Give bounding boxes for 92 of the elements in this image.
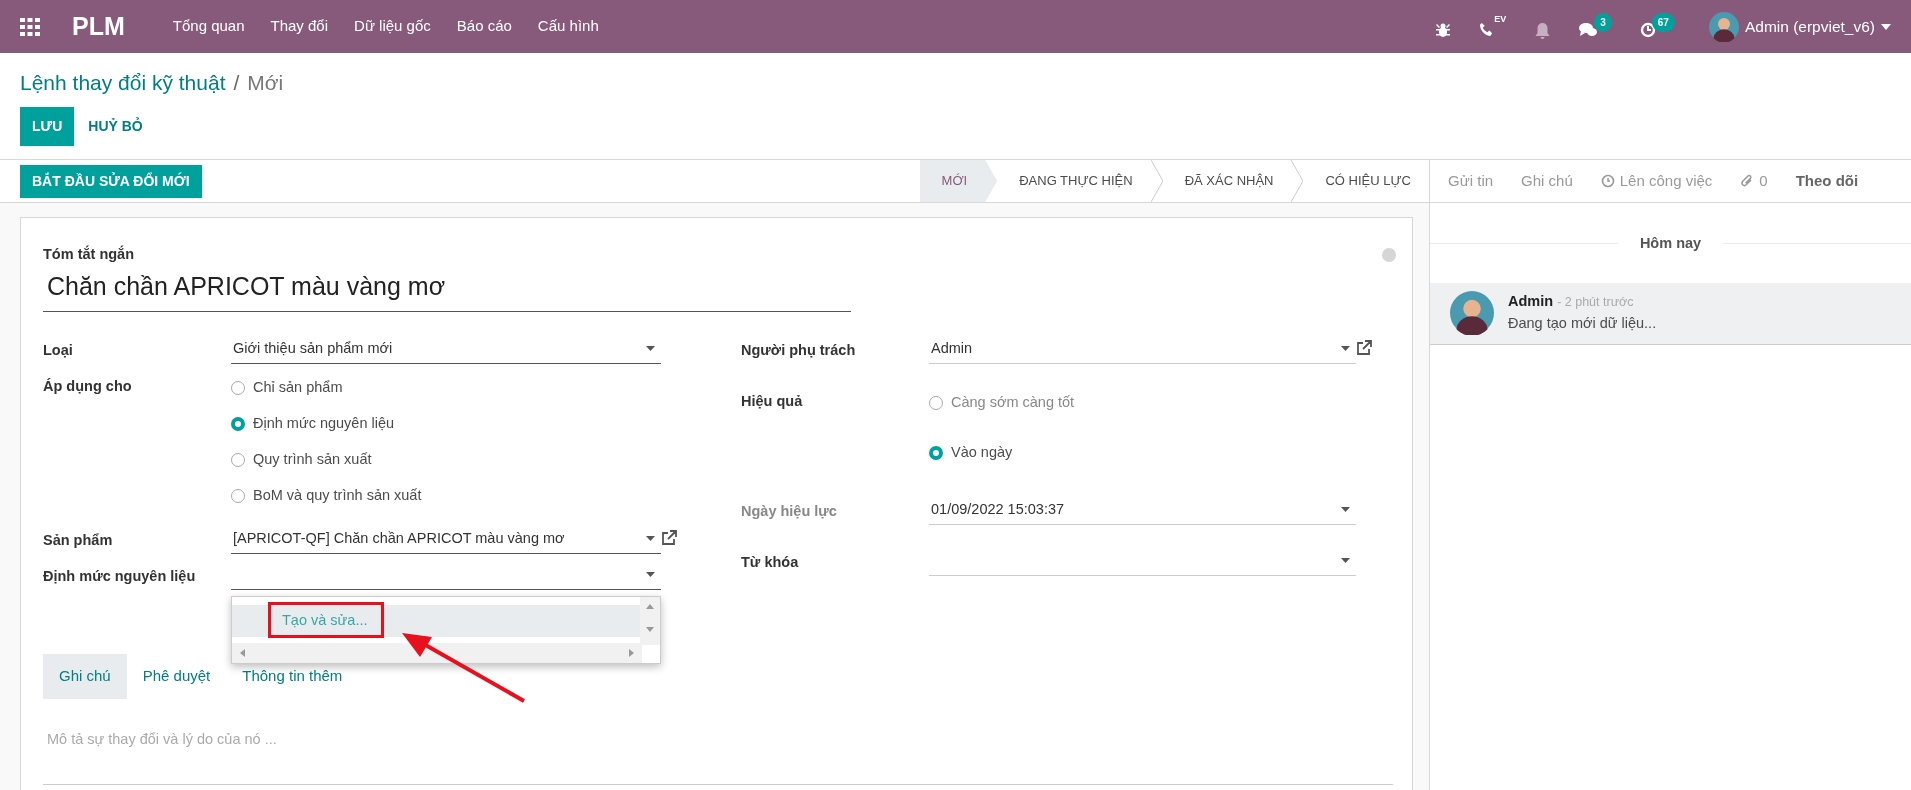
chatter-button[interactable]: Theo dõi (1795, 169, 1859, 193)
bell-icon (1534, 21, 1552, 40)
menu-item[interactable]: Dữ liệu gốc (354, 15, 431, 38)
caret-icon (646, 346, 655, 352)
systray-button[interactable]: 67 (1639, 12, 1675, 41)
caret-icon (1341, 346, 1350, 352)
radio-button[interactable] (231, 417, 245, 432)
radio-button[interactable] (929, 395, 943, 410)
radio-label: Càng sớm càng tốt (951, 392, 1075, 412)
select-field[interactable]: 01/09/2022 15:03:37 (929, 495, 1356, 526)
chatter-button[interactable]: 0 (1740, 169, 1768, 193)
chatter-button[interactable]: Lên công việc (1600, 169, 1713, 193)
field-label: Người phụ trách (741, 341, 857, 361)
field-label: Sản phẩm (43, 531, 114, 551)
chat-icon (1579, 21, 1599, 38)
field-label: Định mức nguyên liệu (43, 567, 197, 587)
systray-button[interactable]: 3 (1579, 12, 1612, 41)
field-label: Áp dụng cho (43, 377, 133, 397)
chatter-button[interactable]: Gửi tin (1448, 169, 1494, 193)
caret-icon (646, 572, 655, 578)
user-menu[interactable]: Admin (erpviet_v6) (1702, 10, 1897, 43)
radio-button[interactable] (231, 453, 245, 468)
clock-icon (1600, 174, 1615, 188)
stage-button[interactable]: ĐÃ XÁC NHẬN (1162, 160, 1292, 202)
date-separator: Hôm nay (1638, 234, 1703, 253)
radio-label: Chỉ sản phẩm (253, 378, 343, 398)
menu-item[interactable]: Thay đổi (270, 15, 329, 38)
caret-icon (1341, 557, 1350, 563)
phone-icon (1479, 21, 1495, 37)
select-field[interactable]: [APRICOT-QF] Chăn chần APRICOT màu vàng mơ (231, 524, 661, 555)
radio-button[interactable] (231, 381, 245, 396)
message-body: Đang tạo mới dữ liệu... (1508, 313, 1657, 333)
paperclip-icon (1740, 173, 1755, 189)
field-label: Tóm tắt ngắn (43, 244, 135, 264)
avatar-icon (1708, 11, 1739, 42)
status-dot[interactable] (1382, 248, 1396, 262)
radio-label: Định mức nguyên liệu (253, 414, 395, 434)
field-value: Admin (931, 338, 974, 358)
radio-option[interactable]: Vào ngày (929, 435, 1356, 472)
radio-option[interactable]: Định mức nguyên liệu (231, 406, 661, 443)
radio-option[interactable]: BoM và quy trình sản xuất (231, 478, 661, 515)
save-button[interactable]: LƯU (20, 106, 75, 146)
form-tab[interactable]: Thông tin thêm (226, 654, 359, 699)
discard-button[interactable]: HUỶ BỎ (74, 106, 157, 146)
select-field[interactable]: Giới thiệu sản phẩm mới (231, 334, 661, 365)
radio-option[interactable]: Quy trình sản xuất (231, 442, 661, 479)
message-author: Admin (1508, 292, 1554, 309)
clock-icon (1639, 21, 1656, 38)
start-revision-button[interactable]: BẮT ĐẦU SỬA ĐỔI MỚI (20, 164, 202, 198)
select-field[interactable]: Admin (929, 334, 1356, 365)
menu-item[interactable]: Báo cáo (456, 15, 512, 38)
caret-icon (1341, 507, 1350, 513)
count-badge: 3 (1594, 12, 1612, 32)
phone-label: EV (1494, 12, 1507, 26)
count-badge: 67 (1651, 12, 1675, 32)
radio-button[interactable] (929, 446, 943, 461)
breadcrumb-link[interactable]: Lệnh thay đổi kỹ thuật (20, 71, 226, 94)
apps-menu-icon[interactable] (20, 17, 40, 36)
message-time: - 2 phút trước (1557, 294, 1634, 309)
field-value: 01/09/2022 15:03:37 (931, 500, 1066, 520)
stage-button[interactable]: CÓ HIỆU LỰC (1303, 160, 1429, 202)
systray-button[interactable]: EV (1479, 12, 1507, 41)
radio-label: BoM và quy trình sản xuất (253, 486, 422, 506)
form-tab[interactable]: Ghi chú (43, 654, 127, 699)
field-value: Giới thiệu sản phẩm mới (233, 338, 394, 358)
menu-item[interactable]: Tổng quan (172, 15, 245, 38)
menu-item[interactable]: Cấu hình (537, 15, 599, 38)
breadcrumb-separator: / (233, 71, 240, 94)
field-value: [APRICOT-QF] Chăn chần APRICOT màu vàng mơ (233, 528, 566, 548)
caret-icon (646, 536, 655, 542)
radio-option[interactable]: Chỉ sản phẩm (231, 370, 661, 407)
caret-icon (1881, 23, 1891, 30)
radio-label: Vào ngày (951, 443, 1013, 463)
form-tab[interactable]: Phê duyệt (126, 654, 227, 699)
breadcrumb-current: Mới (247, 71, 284, 94)
field-label: Ngày hiệu lực (741, 502, 838, 522)
external-link-icon[interactable] (661, 530, 677, 547)
stage-button[interactable]: MỚI (919, 160, 998, 202)
summary-field[interactable]: Chăn chần APRICOT màu vàng mơ (43, 265, 851, 313)
field-label: Từ khóa (741, 552, 800, 572)
app-name: PLM (72, 10, 125, 42)
radio-label: Quy trình sản xuất (253, 450, 372, 470)
avatar-icon (1450, 290, 1494, 335)
bug-icon (1435, 21, 1452, 38)
radio-button[interactable] (231, 489, 245, 504)
stage-button[interactable]: ĐANG THỰC HIỆN (997, 160, 1151, 202)
field-label: Loại (43, 341, 74, 361)
external-link-icon[interactable] (1356, 340, 1372, 357)
radio-option[interactable]: Càng sớm càng tốt (929, 384, 1356, 421)
chatter-button[interactable]: Ghi chú (1521, 169, 1573, 193)
user-name: Admin (erpviet_v6) (1744, 16, 1875, 37)
field-label: Hiệu quả (741, 391, 804, 411)
